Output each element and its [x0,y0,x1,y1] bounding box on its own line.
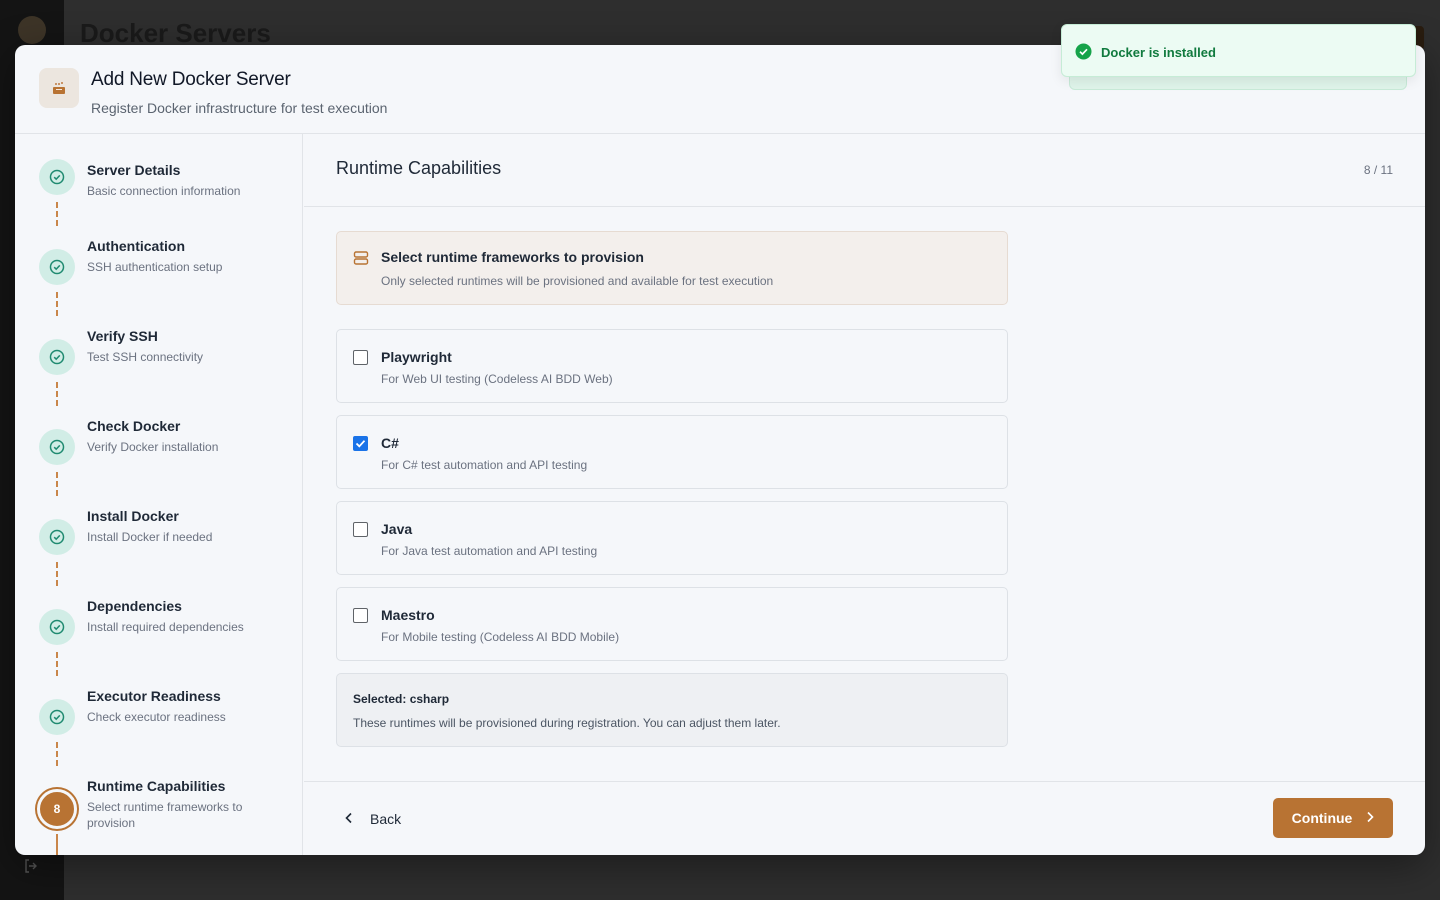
java-checkbox[interactable] [353,522,368,537]
summary-title: Selected: csharp [353,692,450,706]
summary-desc: These runtimes will be provisioned durin… [353,716,781,730]
info-box: Select runtime frameworks to provision O… [336,231,1008,305]
option-desc: For Mobile testing (Codeless AI BDD Mobi… [381,630,620,644]
step-connector [56,742,58,766]
back-label: Back [370,811,402,827]
step-desc: Select runtime frameworks to provision [87,800,243,830]
info-desc: Only selected runtimes will be provision… [381,274,774,288]
content-footer: Back Continue [304,781,1425,855]
step-title: Dependencies [87,598,182,614]
app-logo-icon [18,16,46,44]
step-connector [56,292,58,316]
step-desc: SSH authentication setup [87,260,223,274]
step-title: Runtime Capabilities [87,778,226,794]
step-connector [56,834,58,855]
step-title: Check Docker [87,418,181,434]
step-connector [56,472,58,496]
runtime-option-maestro[interactable]: Maestro For Mobile testing (Codeless AI … [336,587,1008,661]
content-title: Runtime Capabilities [336,158,502,178]
step-desc: Basic connection information [87,184,241,198]
step-title: Verify SSH [87,328,158,344]
check-circle-icon [39,429,75,465]
toast-message: Docker is installed [1101,45,1216,60]
option-desc: For C# test automation and API testing [381,458,588,472]
check-circle-icon [39,519,75,555]
csharp-checkbox[interactable] [353,436,368,451]
chevron-right-icon [1366,810,1374,826]
step-title: Authentication [87,238,185,254]
modal-title: Add New Docker Server [91,69,291,90]
info-title: Select runtime frameworks to provision [381,249,644,265]
check-circle-icon [39,159,75,195]
check-circle-icon [39,699,75,735]
step-content: Runtime Capabilities 8 / 11 Select runti… [304,134,1425,855]
step-desc: Test SSH connectivity [87,350,204,364]
check-circle-icon [39,249,75,285]
option-title: C# [381,435,399,451]
step-title: Executor Readiness [87,688,221,704]
server-stack-icon [353,250,369,271]
content-header: Runtime Capabilities 8 / 11 [304,134,1425,207]
maestro-checkbox[interactable] [353,608,368,623]
option-title: Playwright [381,349,452,365]
back-button[interactable]: Back [344,806,401,832]
option-title: Java [381,521,413,537]
step-connector [56,202,58,226]
playwright-checkbox[interactable] [353,350,368,365]
step-desc: Check executor readiness [87,710,226,724]
step-title: Server Details [87,162,181,178]
option-desc: For Web UI testing (Codeless AI BDD Web) [381,372,613,386]
selection-summary: Selected: csharp These runtimes will be … [336,673,1008,747]
step-connector [56,652,58,676]
success-toast[interactable]: Docker is installed [1061,24,1416,77]
check-circle-icon [39,339,75,375]
modal-subtitle: Register Docker infrastructure for test … [91,100,388,116]
step-counter: 8 / 11 [1363,163,1393,177]
runtime-option-csharp[interactable]: C# For C# test automation and API testin… [336,415,1008,489]
chevron-left-icon [344,811,354,827]
runtime-option-java[interactable]: Java For Java test automation and API te… [336,501,1008,575]
runtime-option-playwright[interactable]: Playwright For Web UI testing (Codeless … [336,329,1008,403]
continue-label: Continue [1291,810,1353,826]
option-desc: For Java test automation and API testing [381,544,598,558]
check-circle-icon [39,609,75,645]
step-desc: Install Docker if needed [87,530,213,544]
step-title: Install Docker [87,508,179,524]
step-connector [56,382,58,406]
check-circle-filled-icon [1075,43,1092,65]
add-server-modal: Add New Docker Server Register Docker in… [15,45,1425,855]
step-desc: Install required dependencies [87,620,244,634]
step-desc: Verify Docker installation [87,440,219,454]
option-title: Maestro [381,607,435,623]
step-connector [56,562,58,586]
continue-button[interactable]: Continue [1273,798,1393,838]
docker-box-icon [39,68,79,108]
step-number-badge: 8 [37,789,77,829]
logout-icon[interactable] [23,858,41,874]
wizard-steps: Server Details Basic connection informat… [15,134,303,855]
